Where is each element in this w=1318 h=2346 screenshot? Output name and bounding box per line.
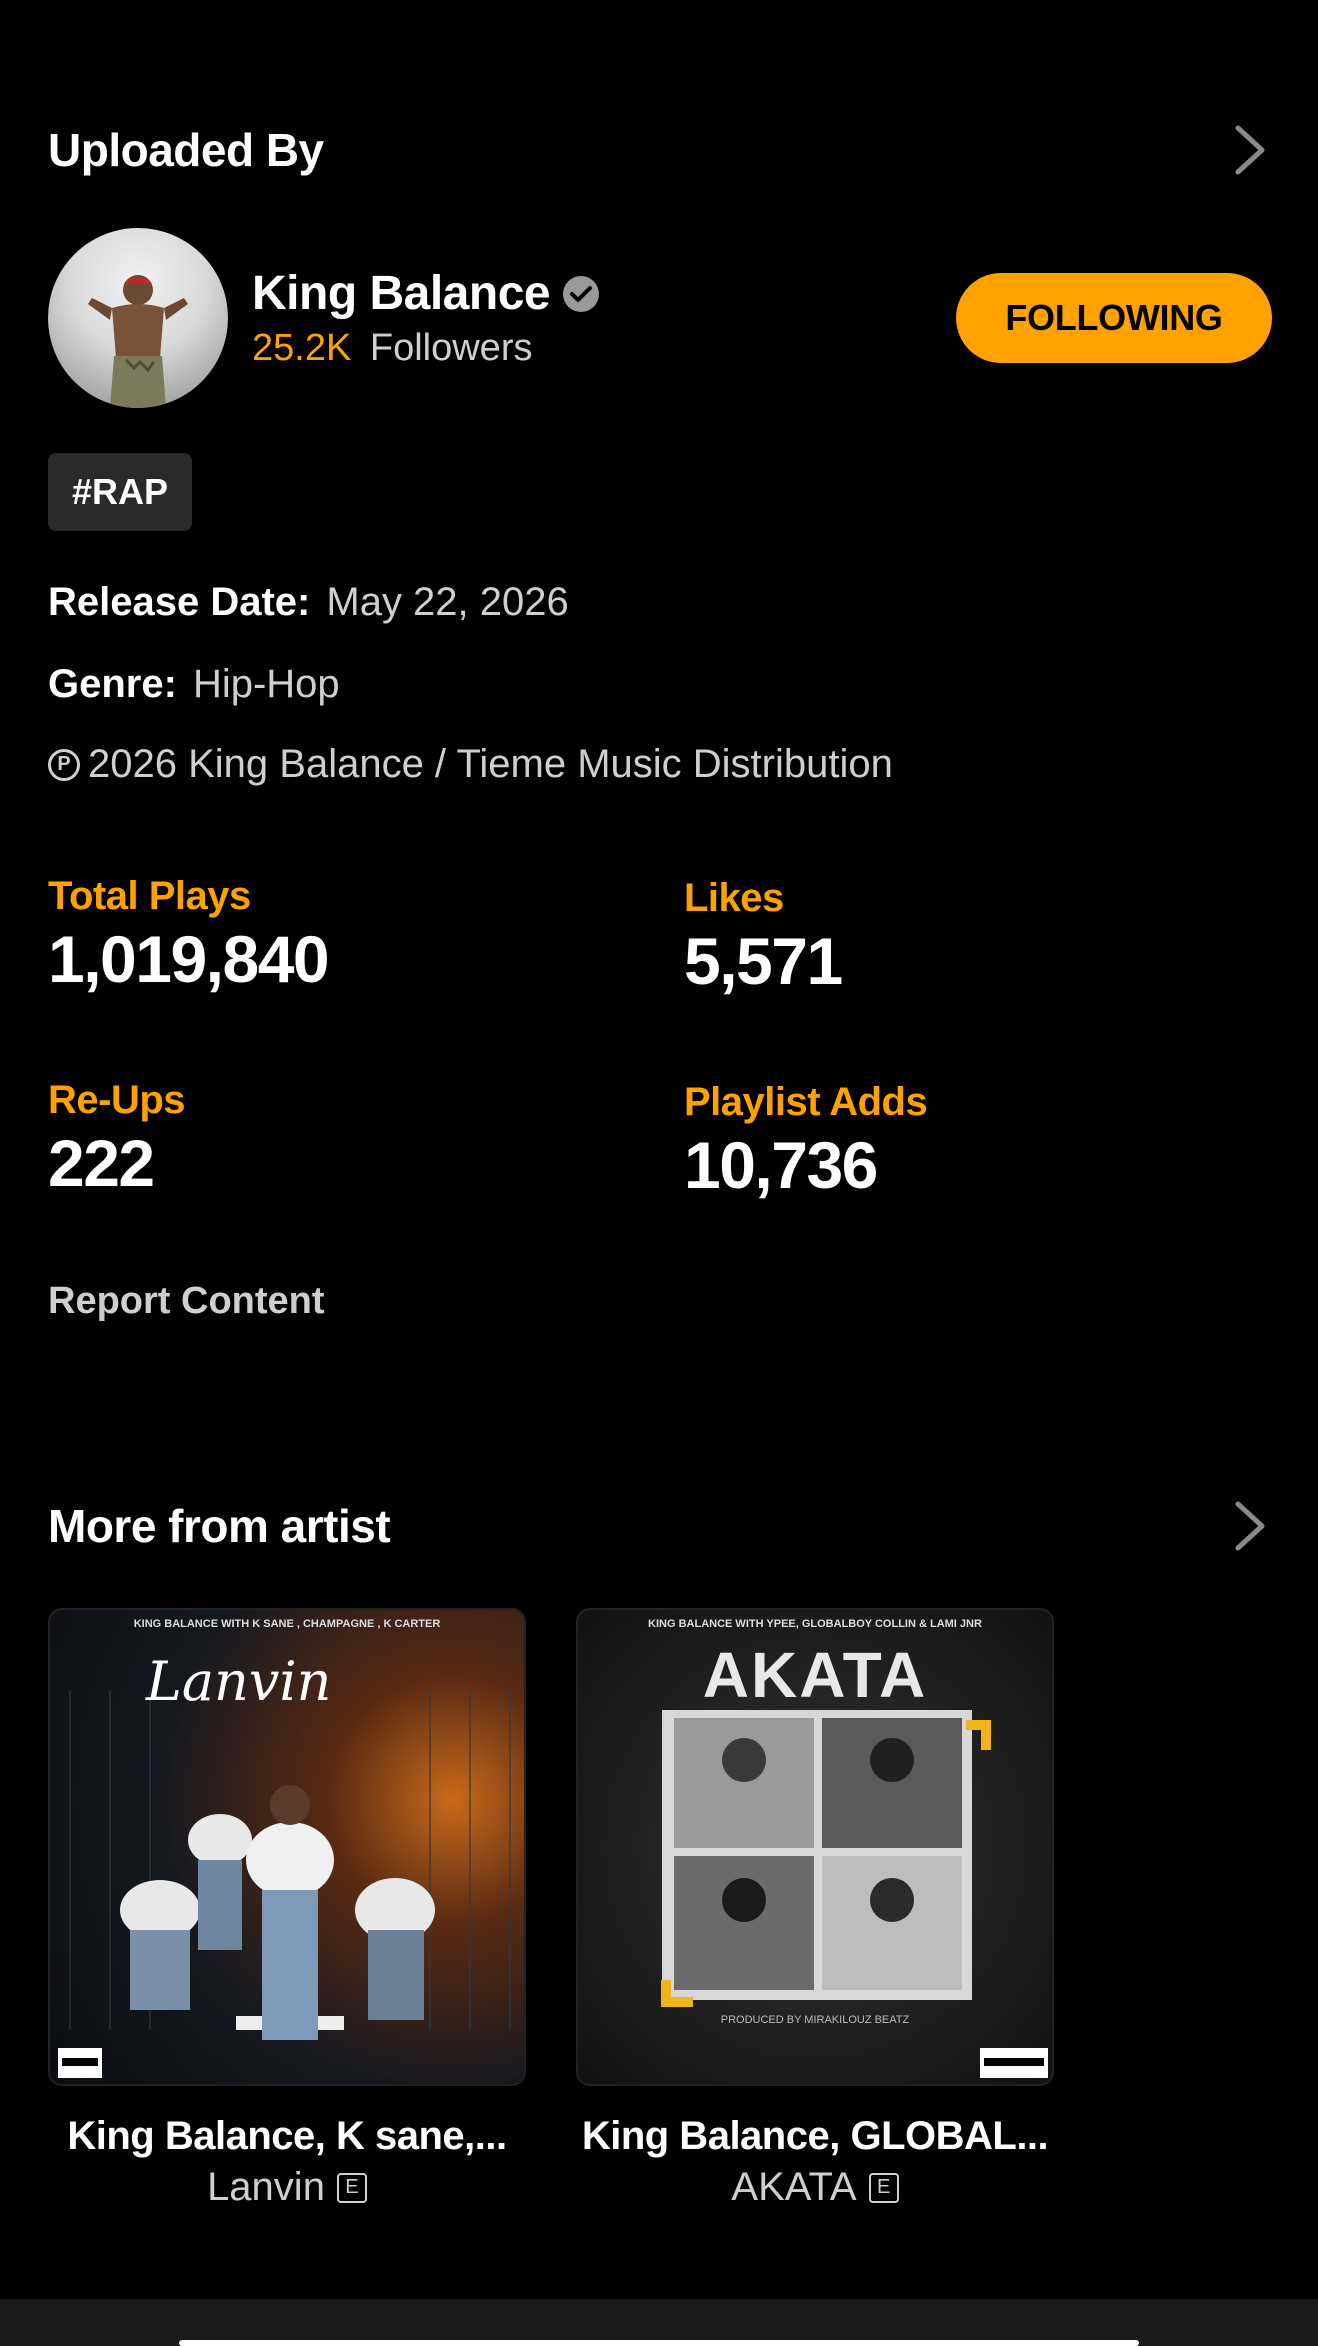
- followers-count: 25.2K: [252, 327, 352, 369]
- likes-value: 5,571: [684, 924, 843, 998]
- stat-total-plays: Total Plays 1,019,840: [48, 874, 330, 997]
- album-cover[interactable]: KING BALANCE WITH K SANE , CHAMPAGNE , K…: [48, 1608, 526, 2086]
- report-content-link[interactable]: Report Content: [48, 1280, 325, 1323]
- album-cover[interactable]: KING BALANCE WITH YPEE, GLOBALBOY COLLIN…: [576, 1608, 1054, 2086]
- album-title: Lanvin: [207, 2165, 325, 2209]
- avatar-image: [88, 275, 188, 408]
- track-details-page: Uploaded By King Balance 25.2K Followers…: [0, 0, 1318, 2346]
- re-ups-label: Re-Ups: [48, 1078, 186, 1122]
- artist-name[interactable]: King Balance: [252, 266, 551, 321]
- total-plays-label: Total Plays: [48, 874, 251, 918]
- chevron-right-icon[interactable]: [1230, 122, 1270, 178]
- album-title: AKATA: [731, 2165, 857, 2209]
- album-card[interactable]: KING BALANCE WITH K SANE , CHAMPAGNE , K…: [48, 1608, 526, 2210]
- more-from-artist-header[interactable]: More from artist: [48, 1498, 1270, 1554]
- stat-likes: Likes 5,571: [684, 876, 843, 999]
- uploader-row: King Balance 25.2K Followers FOLLOWING: [48, 228, 1272, 408]
- copyright-row: P 2026 King Balance / Tieme Music Distri…: [48, 742, 893, 787]
- playlist-adds-label: Playlist Adds: [684, 1080, 928, 1124]
- followers-label: Followers: [369, 327, 533, 369]
- verified-badge-icon: [562, 275, 600, 313]
- more-from-artist-title: More from artist: [48, 1500, 391, 1552]
- artist-name-row[interactable]: King Balance: [252, 266, 956, 321]
- album-cover-header: KING BALANCE WITH K SANE , CHAMPAGNE , K…: [133, 1618, 441, 1630]
- stat-playlist-adds: Playlist Adds 10,736: [684, 1080, 928, 1203]
- following-button[interactable]: FOLLOWING: [956, 273, 1272, 363]
- copyright-text: 2026 King Balance / Tieme Music Distribu…: [88, 742, 893, 786]
- likes-label: Likes: [684, 876, 784, 920]
- home-indicator[interactable]: [179, 2340, 1139, 2346]
- album-cover-footer: PRODUCED BY MIRAKILOUZ BEATZ: [720, 2014, 910, 2026]
- genre-label: Genre:: [48, 662, 177, 706]
- album-cover-header: KING BALANCE WITH YPEE, GLOBALBOY COLLIN…: [648, 1618, 982, 1630]
- album-card[interactable]: KING BALANCE WITH YPEE, GLOBALBOY COLLIN…: [576, 1608, 1054, 2210]
- phonogram-icon: P: [48, 748, 80, 781]
- re-ups-value: 222: [48, 1126, 155, 1200]
- album-title-row: AKATA E: [576, 2165, 1054, 2210]
- chevron-right-icon[interactable]: [1230, 1498, 1270, 1554]
- release-date-label: Release Date:: [48, 580, 311, 624]
- album-artist: King Balance, K sane,...: [67, 2114, 507, 2158]
- genre-value: Hip-Hop: [192, 662, 340, 706]
- uploader-info: King Balance 25.2K Followers: [252, 266, 956, 370]
- artist-avatar[interactable]: [48, 228, 228, 408]
- album-artist: King Balance, GLOBAL...: [581, 2114, 1049, 2158]
- followers-row: 25.2K Followers: [252, 327, 956, 370]
- genre-tag[interactable]: #RAP: [48, 453, 193, 531]
- uploaded-by-title: Uploaded By: [48, 124, 324, 176]
- album-title-row: Lanvin E: [48, 2165, 526, 2210]
- stat-re-ups: Re-Ups 222: [48, 1078, 186, 1201]
- bottom-bar: [0, 2299, 1318, 2346]
- album-cover-title: Lanvin: [146, 1650, 332, 1713]
- genre-row: Genre: Hip-Hop: [48, 662, 340, 707]
- uploaded-by-header[interactable]: Uploaded By: [48, 122, 1270, 178]
- explicit-icon: E: [868, 2172, 899, 2203]
- release-date-value: May 22, 2026: [326, 580, 569, 624]
- release-date-row: Release Date: May 22, 2026: [48, 580, 569, 625]
- total-plays-value: 1,019,840: [48, 922, 330, 996]
- album-cover-title: AKATA: [702, 1639, 928, 1711]
- explicit-icon: E: [336, 2172, 367, 2203]
- playlist-adds-value: 10,736: [684, 1128, 878, 1202]
